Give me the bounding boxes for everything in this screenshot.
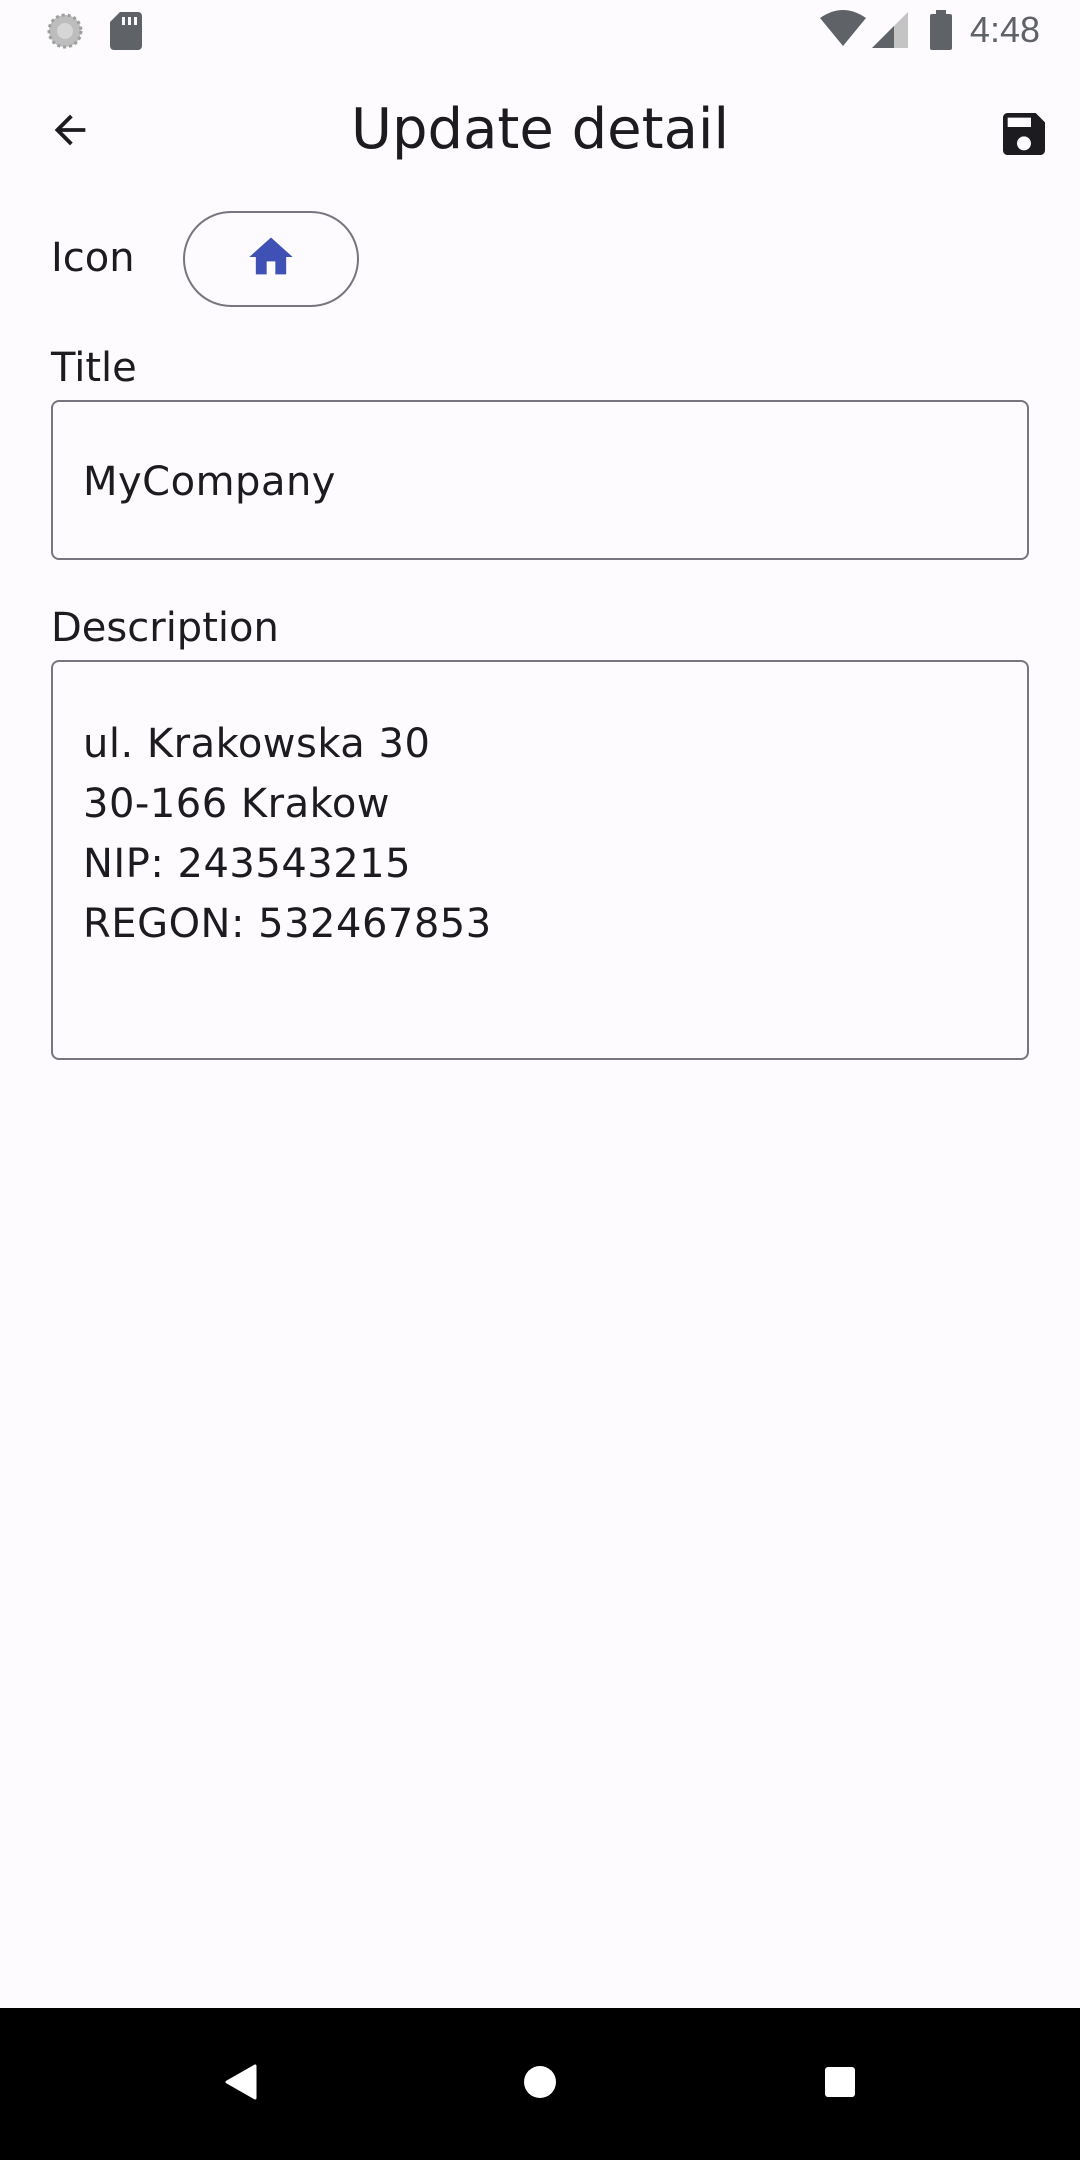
wifi-icon: [820, 10, 866, 53]
title-value: MyCompany: [83, 459, 336, 505]
description-line: REGON: 532467853: [83, 901, 492, 947]
cell-signal-icon: [872, 12, 908, 53]
battery-icon: [930, 10, 952, 55]
title-label: Title: [51, 345, 137, 391]
nav-home-button[interactable]: [490, 2048, 590, 2120]
home-icon: [245, 231, 297, 288]
save-icon: [996, 106, 1052, 167]
nav-home-icon: [522, 2064, 558, 2105]
description-label: Description: [51, 605, 279, 651]
icon-picker-button[interactable]: [183, 211, 359, 307]
description-line: NIP: 243543215: [83, 841, 412, 887]
nav-recents-button[interactable]: [790, 2048, 890, 2120]
title-field[interactable]: MyCompany: [51, 400, 1029, 560]
status-bar: 4:48: [0, 0, 1080, 62]
description-line: 30-166 Krakow: [83, 781, 391, 827]
status-time: 4:48: [969, 9, 1040, 50]
icon-label: Icon: [51, 235, 135, 281]
nav-recents-icon: [823, 2065, 857, 2104]
sync-icon: [46, 12, 84, 55]
system-nav-bar: [0, 2008, 1080, 2160]
nav-back-icon: [223, 2064, 257, 2105]
app-bar: Update detail: [0, 62, 1080, 198]
sd-card-icon: [110, 12, 142, 55]
page-title: Update detail: [351, 97, 729, 162]
nav-back-button[interactable]: [190, 2048, 290, 2120]
description-line: ul. Krakowska 30: [83, 721, 431, 767]
save-button[interactable]: [986, 98, 1062, 174]
description-field[interactable]: ul. Krakowska 30 30-166 Krakow NIP: 2435…: [51, 660, 1029, 1060]
